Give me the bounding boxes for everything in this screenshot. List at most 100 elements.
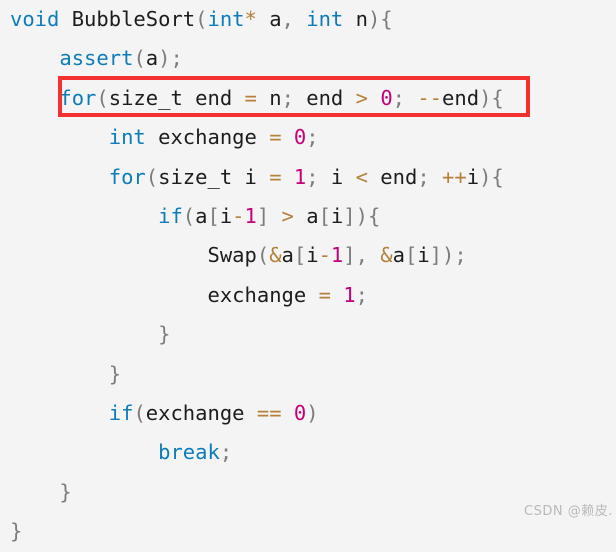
code-token: int: [306, 7, 344, 31]
code-token: [: [207, 204, 220, 228]
code-token: =: [269, 164, 282, 189]
code-token: end: [293, 85, 356, 110]
code-token: &: [269, 243, 282, 268]
code-token: {: [380, 7, 393, 31]
code-line: for(size_t i = 1; i < end; ++i){: [10, 158, 504, 197]
code-token: i: [466, 164, 480, 189]
code-token: [: [318, 204, 331, 228]
code-token: {: [491, 164, 504, 189]
code-token: exchange: [207, 282, 319, 307]
code-token: assert: [59, 46, 134, 71]
code-token: size_t: [158, 164, 233, 189]
code-token: ,: [281, 7, 294, 31]
code-token: ;: [454, 243, 467, 268]
code-token: int: [207, 7, 245, 31]
code-line: Swap(&a[i-1], &a[i]);: [10, 236, 467, 275]
code-token: for: [59, 85, 97, 110]
code-token: a: [145, 46, 159, 71]
code-token: =: [244, 85, 257, 110]
code-token: ]: [343, 204, 356, 228]
code-token: i: [318, 164, 356, 189]
code-token: end: [367, 164, 418, 189]
code-token: n: [343, 7, 368, 31]
code-line: void BubbleSort(int* a, int n){: [10, 0, 393, 39]
code-token: 1: [293, 164, 307, 189]
code-token: {: [367, 204, 381, 228]
code-token: (: [256, 243, 270, 268]
code-token: a: [256, 7, 282, 31]
code-token: =: [318, 282, 331, 307]
code-token: -: [232, 204, 245, 228]
code-token: *: [244, 7, 257, 31]
code-token: n: [256, 85, 282, 110]
code-token: ;: [355, 282, 368, 307]
code-line: }: [10, 473, 72, 512]
code-token: (: [145, 164, 159, 189]
code-token: exchange: [145, 125, 270, 150]
code-token: ]: [343, 243, 356, 268]
code-token: 0: [293, 125, 307, 150]
code-token: size_t: [108, 85, 183, 110]
code-token: a: [195, 204, 208, 228]
code-token: for: [108, 164, 146, 189]
code-token: ;: [417, 164, 430, 189]
code-line: if(exchange == 0): [10, 394, 319, 433]
code-token: <: [355, 164, 368, 189]
code-token: 0: [293, 401, 307, 425]
code-token: (: [133, 401, 146, 425]
code-token: break: [158, 440, 220, 465]
code-token: a: [281, 243, 294, 268]
code-token: >: [355, 85, 368, 110]
code-token: ;: [306, 125, 319, 150]
code-token: if: [108, 401, 134, 425]
code-token: ;: [170, 46, 183, 71]
code-token: ]: [256, 204, 270, 228]
code-token: [: [404, 243, 418, 268]
code-token: ): [479, 85, 492, 110]
code-token: ++: [442, 164, 467, 189]
code-token: ;: [392, 85, 405, 110]
code-token: ,: [355, 243, 368, 268]
code-token: i: [219, 204, 233, 228]
code-token: --: [417, 85, 443, 110]
code-token: {: [491, 85, 504, 110]
code-token: if: [158, 204, 183, 228]
code-block[interactable]: void BubbleSort(int* a, int n){ assert ( a…: [0, 0, 616, 543]
code-line: }: [10, 355, 121, 394]
code-token: ): [158, 46, 171, 71]
code-token: ;: [219, 440, 233, 465]
code-token: }: [59, 479, 72, 504]
code-line: }: [10, 512, 22, 551]
code-token: 1: [244, 204, 257, 228]
code-token: ;: [306, 164, 319, 189]
code-token: ): [355, 204, 368, 228]
code-token: >: [281, 204, 294, 228]
code-line: break;: [10, 433, 232, 472]
code-line: exchange = 1;: [10, 276, 368, 315]
code-line: int exchange = 0;: [10, 118, 319, 157]
code-token: ): [442, 243, 455, 268]
code-token: 1: [330, 243, 344, 268]
code-token: a: [392, 243, 405, 268]
code-token: ): [367, 7, 381, 31]
code-token: i: [330, 204, 344, 228]
code-token: BubbleSort: [71, 7, 196, 31]
code-token: &: [380, 243, 393, 268]
code-token: =: [269, 125, 282, 150]
